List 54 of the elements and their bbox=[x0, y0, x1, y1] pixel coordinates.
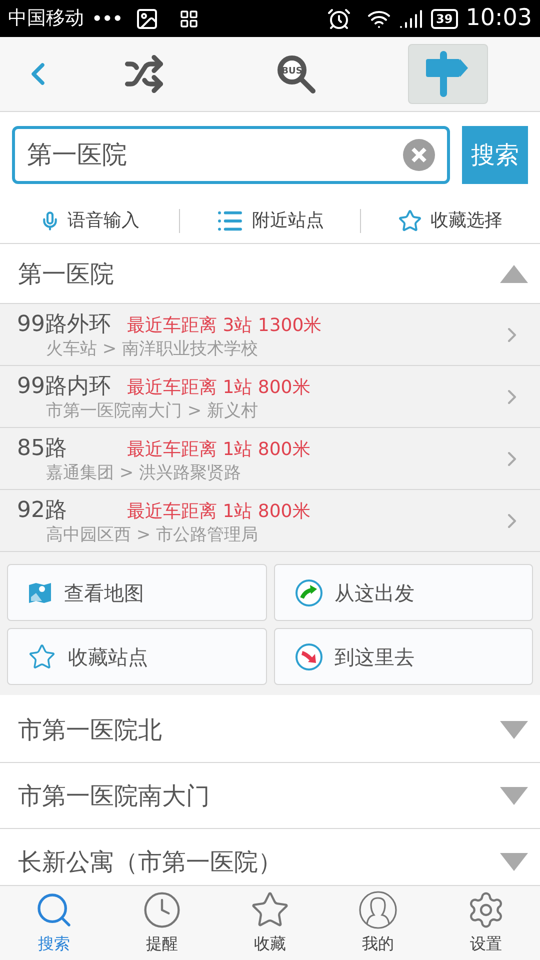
station-action-button[interactable]: 收藏站点 bbox=[7, 628, 266, 685]
clock-icon bbox=[142, 890, 182, 930]
route-path: 嘉通集团 > 洪兴路聚贤路 bbox=[46, 462, 242, 482]
quick-action-button[interactable]: 语音输入 bbox=[0, 207, 180, 234]
bus-distance: 最近车距离 1站 800米 bbox=[127, 376, 310, 400]
route-path: 高中园区西 > 市公路管理局 bbox=[46, 524, 260, 544]
tab-bar-item[interactable]: 提醒 bbox=[108, 886, 216, 960]
route-name: 85路 bbox=[17, 434, 68, 462]
tab-bar-item[interactable]: 搜索 bbox=[0, 886, 108, 960]
map-icon bbox=[28, 580, 52, 604]
signpost-icon bbox=[426, 51, 470, 97]
battery-level: 39 bbox=[431, 8, 458, 28]
alarm-icon bbox=[327, 6, 351, 30]
expand-icon[interactable] bbox=[500, 720, 528, 738]
tab-bar-item[interactable]: 我的 bbox=[324, 886, 432, 960]
expand-icon[interactable] bbox=[500, 786, 528, 804]
station-name: 第一医院 bbox=[18, 258, 114, 290]
clock-time: 10:03 bbox=[466, 4, 532, 34]
route-name: 92路 bbox=[17, 496, 68, 524]
tab-bar-item[interactable]: 设置 bbox=[432, 886, 540, 960]
quick-action-button[interactable]: 收藏选择 bbox=[360, 207, 540, 234]
route-row[interactable]: 99路内环 最近车距离 1站 800米 市第一医院南大门 > 新义村 bbox=[0, 366, 540, 428]
clear-icon[interactable] bbox=[403, 139, 435, 171]
grid-icon bbox=[178, 8, 199, 28]
route-path: 市第一医院南大门 > 新义村 bbox=[46, 400, 260, 420]
station-name: 长新公寓（市第一医院） bbox=[18, 846, 282, 878]
search-field[interactable]: 第一医院 bbox=[12, 126, 450, 184]
bus-distance: 最近车距离 1站 800米 bbox=[127, 438, 310, 462]
shuffle-icon bbox=[124, 54, 164, 94]
star-icon bbox=[28, 642, 56, 670]
search-value: 第一医院 bbox=[27, 139, 128, 172]
station-action-button[interactable]: 从这出发 bbox=[274, 564, 533, 621]
station-name: 市第一医院北 bbox=[18, 714, 162, 746]
station-action-button[interactable]: 到这里去 bbox=[274, 628, 533, 685]
user-icon bbox=[358, 890, 398, 930]
route-row[interactable]: 85路 最近车距离 1站 800米 嘉通集团 > 洪兴路聚贤路 bbox=[0, 428, 540, 490]
image-icon bbox=[134, 6, 159, 30]
tab-bar-item[interactable]: 收藏 bbox=[216, 886, 324, 960]
route-row[interactable]: 99路外环 最近车距离 3站 1300米 火车站 > 南洋职业技术学校 bbox=[0, 304, 540, 366]
toolbar-button[interactable]: BUS bbox=[256, 44, 336, 104]
notification-dots: ••• bbox=[92, 8, 123, 30]
bus-distance: 最近车距离 1站 800米 bbox=[127, 500, 310, 524]
route-row[interactable]: 92路 最近车距离 1站 800米 高中园区西 > 市公路管理局 bbox=[0, 490, 540, 552]
station-action-button[interactable]: 查看地图 bbox=[7, 564, 266, 621]
expand-icon[interactable] bbox=[500, 852, 528, 870]
star-icon bbox=[398, 208, 422, 232]
carrier-name: 中国移动 bbox=[8, 6, 84, 32]
quick-action-button[interactable]: 附近站点 bbox=[180, 206, 360, 234]
route-name: 99路内环 bbox=[17, 372, 112, 400]
route-path: 火车站 > 南洋职业技术学校 bbox=[46, 338, 260, 358]
bus-distance: 最近车距离 3站 1300米 bbox=[127, 314, 322, 338]
station-name: 市第一医院南大门 bbox=[18, 780, 210, 812]
collapse-icon[interactable] bbox=[500, 264, 528, 282]
route-name: 99路外环 bbox=[17, 310, 112, 338]
